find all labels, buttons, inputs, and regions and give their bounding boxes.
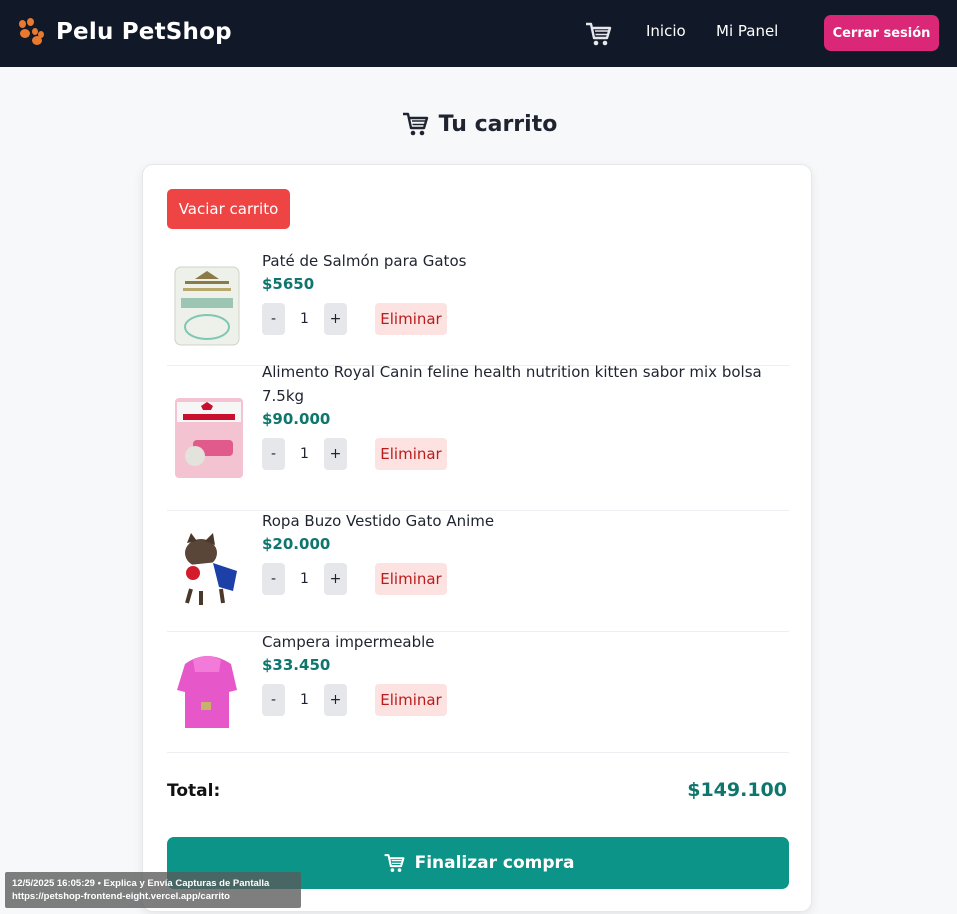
quantity-value: 1 [300, 311, 309, 327]
paw-icon [17, 18, 45, 46]
cart-icon [384, 854, 405, 872]
product-name: Ropa Buzo Vestido Gato Anime [262, 512, 495, 530]
product-image [177, 656, 237, 728]
product-image [175, 398, 243, 478]
remove-item-button[interactable]: Eliminar [375, 563, 447, 595]
product-name: Paté de Salmón para Gatos [262, 252, 467, 270]
increment-button[interactable]: + [324, 563, 347, 595]
logout-button[interactable]: Cerrar sesión [824, 15, 939, 51]
cart-icon[interactable] [584, 20, 612, 48]
cart-card: Vaciar carrito Paté de Salmón para Gatos… [142, 164, 812, 912]
quantity-stepper: - 1 + Eliminar [262, 684, 447, 716]
cart-item: Ropa Buzo Vestido Gato Anime $20.000 - 1… [167, 511, 789, 632]
stamp-line-1: 12/5/2025 16:05:29 • Explica y Envía Cap… [12, 878, 270, 889]
cart-icon [402, 112, 428, 136]
screenshot-stamp: 12/5/2025 16:05:29 • Explica y Envía Cap… [5, 872, 301, 908]
cart-item: Paté de Salmón para Gatos $5650 - 1 + El… [167, 251, 789, 366]
nav-link-inicio[interactable]: Inicio [646, 22, 686, 40]
quantity-value: 1 [300, 692, 309, 708]
total-label: Total: [167, 781, 221, 801]
decrement-button[interactable]: - [262, 563, 285, 595]
decrement-button[interactable]: - [262, 438, 285, 470]
brand[interactable]: Pelu PetShop [17, 18, 232, 46]
product-price: $33.450 [262, 656, 331, 674]
product-price: $20.000 [262, 535, 331, 553]
page-title: Tu carrito [0, 110, 957, 138]
product-name: Alimento Royal Canin feline health nutri… [262, 363, 762, 405]
clear-cart-button[interactable]: Vaciar carrito [167, 189, 290, 229]
quantity-stepper: - 1 + Eliminar [262, 303, 447, 335]
navbar: Pelu PetShop Inicio Mi Panel Cerrar sesi… [0, 0, 957, 67]
product-image [185, 533, 237, 605]
brand-name: Pelu PetShop [56, 19, 232, 45]
remove-item-button[interactable]: Eliminar [375, 438, 447, 470]
increment-button[interactable]: + [324, 438, 347, 470]
product-price: $5650 [262, 275, 315, 293]
product-image [174, 266, 240, 346]
decrement-button[interactable]: - [262, 303, 285, 335]
product-name: Campera impermeable [262, 633, 435, 651]
total-value: $149.100 [687, 779, 787, 801]
stamp-line-2: https://petshop-frontend-eight.vercel.ap… [12, 891, 230, 902]
remove-item-button[interactable]: Eliminar [375, 303, 447, 335]
nav-link-mi-panel[interactable]: Mi Panel [716, 22, 778, 40]
quantity-stepper: - 1 + Eliminar [262, 438, 447, 470]
page-title-text: Tu carrito [438, 111, 558, 137]
decrement-button[interactable]: - [262, 684, 285, 716]
remove-item-button[interactable]: Eliminar [375, 684, 447, 716]
product-price: $90.000 [262, 410, 331, 428]
quantity-value: 1 [300, 571, 309, 587]
cart-item: Campera impermeable $33.450 - 1 + Elimin… [167, 632, 789, 753]
quantity-stepper: - 1 + Eliminar [262, 563, 447, 595]
quantity-value: 1 [300, 446, 309, 462]
cart-item: Alimento Royal Canin feline health nutri… [167, 363, 789, 511]
increment-button[interactable]: + [324, 303, 347, 335]
increment-button[interactable]: + [324, 684, 347, 716]
checkout-label: Finalizar compra [414, 853, 575, 873]
